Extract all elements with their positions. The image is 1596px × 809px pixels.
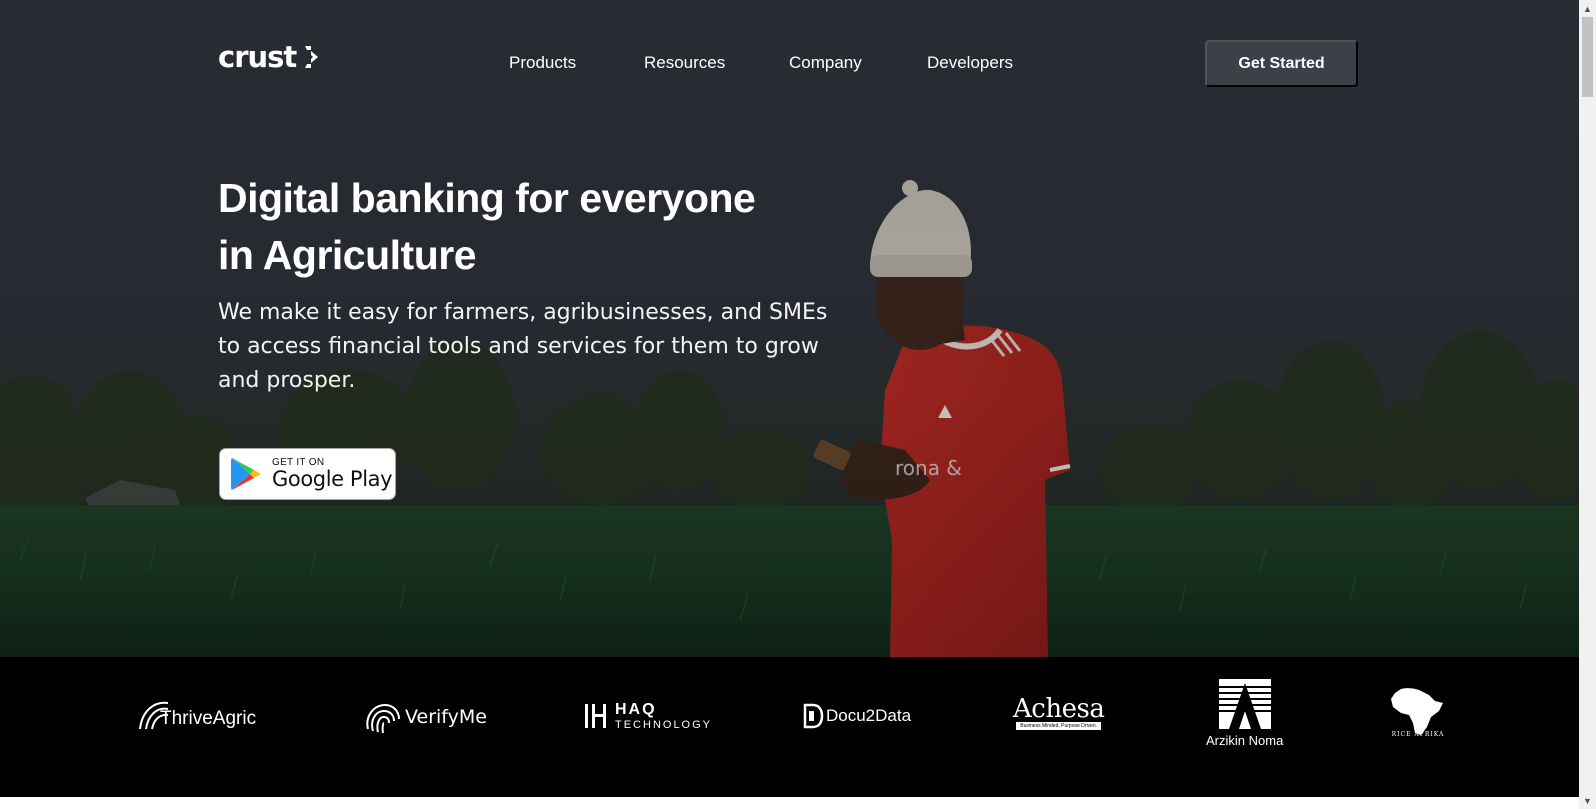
google-play-icon <box>231 458 261 490</box>
haq-wordmark: HAQ <box>615 701 657 718</box>
rice-afrika-wordmark: RICE AFRIKA <box>1391 731 1445 738</box>
nav-products-link[interactable]: Products <box>509 53 576 73</box>
haq-subtitle: TECHNOLOGY <box>615 719 713 731</box>
haq-mark-icon <box>585 704 606 728</box>
hero-headline: Digital banking for everyone in Agricult… <box>218 170 838 284</box>
partner-arzikin-noma-logo: Arzikin Noma <box>1206 677 1283 748</box>
thriveagric-wordmark: ThriveAgric <box>160 708 257 729</box>
arzikin-noma-wordmark: Arzikin Noma <box>1206 733 1284 748</box>
partner-logos-strip: ThriveAgric VerifyMe HAQ TECHNOLOGY Docu… <box>0 657 1579 797</box>
docu2data-wordmark: Docu2Data <box>826 706 912 725</box>
scroll-up-arrow-icon[interactable]: ▲ <box>1579 0 1596 17</box>
arzikin-noma-mark-icon <box>1218 679 1271 729</box>
page-bottom-edge <box>0 797 1579 809</box>
africa-map-icon <box>1391 688 1443 735</box>
fingerprint-icon <box>366 703 400 734</box>
google-play-text: GET IT ON Google Play <box>272 457 393 491</box>
page-viewport: rona & crust Products Resources Company … <box>0 0 1579 809</box>
partner-achesa-logo: Achesa Business Minded, Purpose Driven. <box>1013 694 1105 730</box>
brand-name: crust <box>218 40 297 74</box>
headline-line-1: Digital banking for everyone <box>218 175 756 221</box>
headline-line-2: in Agriculture <box>218 232 477 278</box>
top-navigation: crust Products Resources Company Develop… <box>0 0 1579 125</box>
partner-thriveagric-logo: ThriveAgric <box>138 697 256 731</box>
verifyme-wordmark: VerifyMe <box>405 706 487 728</box>
google-play-badge[interactable]: GET IT ON Google Play <box>219 448 396 500</box>
badge-store-name: Google Play <box>272 467 393 491</box>
partner-haq-logo: HAQ TECHNOLOGY <box>583 701 712 731</box>
scrollbar-thumb[interactable] <box>1582 17 1593 97</box>
hero-subtext: We make it easy for farmers, agribusines… <box>218 300 828 393</box>
scroll-down-arrow-icon[interactable]: ▼ <box>1579 792 1596 809</box>
partner-rice-afrika-logo: RICE AFRIKA <box>1387 685 1449 738</box>
hero-section: rona & crust Products Resources Company … <box>0 0 1579 657</box>
partner-docu2data-logo: Docu2Data <box>802 703 911 729</box>
partner-verifyme-logo: VerifyMe <box>363 699 487 735</box>
vertical-scrollbar[interactable]: ▲ ▼ <box>1579 0 1596 809</box>
achesa-wordmark: Achesa <box>1013 694 1105 724</box>
nav-developers-link[interactable]: Developers <box>927 53 1013 73</box>
nav-resources-link[interactable]: Resources <box>644 53 725 73</box>
crust-chevron-icon <box>305 46 319 68</box>
achesa-tagline: Business Minded, Purpose Driven. <box>1016 722 1102 730</box>
nav-company-link[interactable]: Company <box>789 53 862 73</box>
get-started-button[interactable]: Get Started <box>1205 40 1358 87</box>
docu2data-mark-icon <box>803 703 824 729</box>
crust-logo[interactable]: crust <box>218 40 322 74</box>
